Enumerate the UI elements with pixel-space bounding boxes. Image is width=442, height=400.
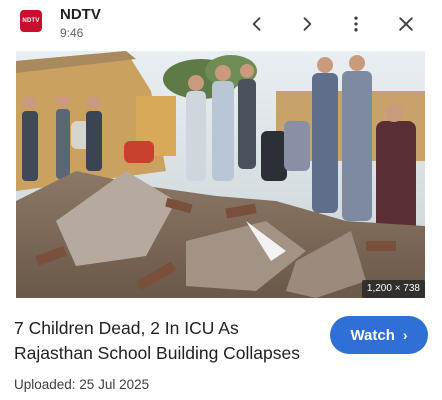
chevron-right-icon <box>303 17 312 31</box>
close-icon <box>399 17 413 31</box>
source-title: NDTV <box>60 6 101 23</box>
news-photo[interactable]: 1,200 × 738 <box>16 51 425 298</box>
more-options-button[interactable] <box>340 8 372 40</box>
upload-date: Uploaded: 25 Jul 2025 <box>14 377 150 392</box>
previous-button[interactable] <box>241 8 273 40</box>
image-dimensions-badge: 1,200 × 738 <box>361 280 425 298</box>
source-time: 9:46 <box>60 26 84 40</box>
watch-button-label: Watch <box>350 326 395 344</box>
next-button[interactable] <box>291 8 323 40</box>
news-headline[interactable]: 7 Children Dead, 2 In ICU As Rajasthan S… <box>14 316 314 366</box>
close-button[interactable] <box>390 8 422 40</box>
ndtv-logo-icon: NDTV <box>20 10 42 32</box>
chevron-left-icon <box>252 17 261 31</box>
more-vert-icon <box>354 16 358 32</box>
top-bar: NDTV NDTV 9:46 <box>0 0 442 48</box>
watch-button[interactable]: Watch › <box>330 316 428 354</box>
collapsed-building-photo <box>16 51 425 298</box>
chevron-right-icon: › <box>402 327 408 343</box>
